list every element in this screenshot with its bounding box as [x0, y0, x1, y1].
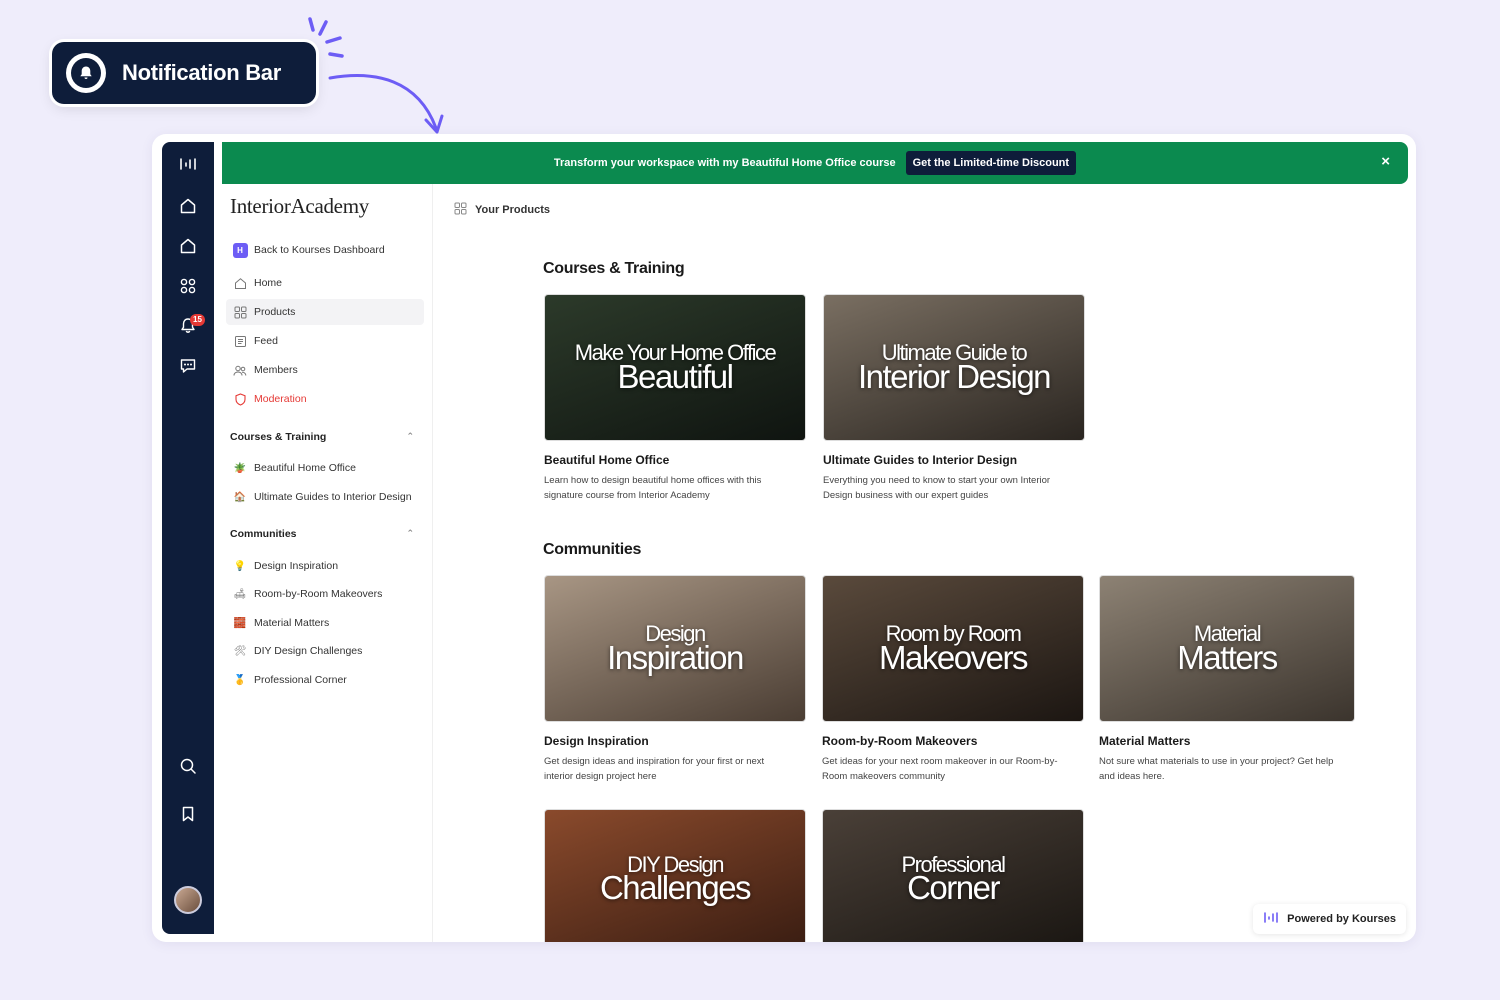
home-icon[interactable] — [162, 192, 214, 220]
sidebar: InteriorAcademy H Back to Kourses Dashbo… — [214, 184, 433, 942]
card-description: Get ideas for your next room makeover in… — [822, 756, 1058, 782]
search-icon[interactable] — [162, 752, 214, 780]
bookmark-icon[interactable] — [162, 800, 214, 828]
tools-icon: 🛠 — [233, 645, 247, 657]
community-card[interactable]: Design Inspiration Design Inspiration Get… — [544, 575, 806, 784]
app-window: 15 Transform your workspace with my Beau… — [152, 134, 1416, 942]
main-content: Your Products Courses & Training Make Yo… — [434, 184, 1416, 942]
couch-icon: 🛋 — [233, 588, 247, 600]
section-title: Communities — [543, 541, 642, 558]
card-image[interactable]: Room by Room Makeovers — [822, 575, 1084, 722]
community-card[interactable]: Room by Room Makeovers Room-by-Room Makeo… — [822, 575, 1084, 784]
card-title[interactable]: Room-by-Room Makeovers — [822, 734, 1084, 748]
grid-icon — [454, 202, 467, 218]
brand-logo[interactable]: InteriorAcademy — [230, 194, 369, 219]
icon-rail: 15 — [162, 142, 214, 934]
powered-by-badge[interactable]: Powered by Kourses — [1253, 904, 1406, 934]
sidebar-item-course[interactable]: 🪴 Beautiful Home Office — [226, 455, 424, 481]
section-title: Courses & Training — [543, 260, 685, 277]
community-card[interactable]: DIY Design Challenges — [544, 809, 806, 942]
sidebar-item-course[interactable]: 🏠 Ultimate Guides to Interior Design — [226, 484, 424, 510]
members-icon — [232, 362, 248, 378]
card-description: Not sure what materials to use in your p… — [1099, 756, 1334, 782]
product-card[interactable]: Make Your Home Office Beautiful Beautiful… — [544, 294, 806, 503]
card-title[interactable]: Material Matters — [1099, 734, 1355, 748]
card-image[interactable]: Design Inspiration — [544, 575, 806, 722]
back-to-dashboard-link[interactable]: H Back to Kourses Dashboard — [226, 237, 424, 263]
card-image[interactable]: DIY Design Challenges — [544, 809, 806, 942]
community-card[interactable]: Material Matters Material Matters Not sur… — [1099, 575, 1355, 784]
sidebar-item-community[interactable]: 🛠 DIY Design Challenges — [226, 638, 424, 664]
arrow-icon — [328, 74, 444, 134]
card-description: Get design ideas and inspiration for you… — [544, 756, 765, 782]
shield-icon — [232, 391, 248, 407]
sidebar-item-community[interactable]: 🧱 Material Matters — [226, 610, 424, 636]
kourses-badge-icon: H — [232, 242, 248, 258]
community-home-icon[interactable] — [162, 232, 214, 260]
chevron-up-icon[interactable]: ⌃ — [406, 431, 414, 443]
house-icon: 🏠 — [233, 491, 247, 503]
product-card[interactable]: Ultimate Guide to Interior Design Ultimat… — [823, 294, 1085, 503]
kourses-logo-icon — [1263, 911, 1279, 927]
sidebar-item-members[interactable]: Members — [226, 357, 424, 383]
sidebar-item-moderation[interactable]: Moderation — [226, 386, 424, 412]
products-icon[interactable] — [162, 272, 214, 300]
community-card[interactable]: Professional Corner — [822, 809, 1084, 942]
close-icon[interactable]: × — [1381, 153, 1390, 170]
card-image[interactable]: Make Your Home Office Beautiful — [544, 294, 806, 441]
breadcrumb: Your Products — [454, 202, 550, 218]
card-image[interactable]: Material Matters — [1099, 575, 1355, 722]
card-title[interactable]: Beautiful Home Office — [544, 453, 806, 467]
grid-icon — [232, 304, 248, 320]
bell-icon — [66, 53, 106, 93]
courses-section-header[interactable]: Courses & Training ⌃ — [230, 431, 414, 443]
card-title[interactable]: Design Inspiration — [544, 734, 806, 748]
sidebar-item-feed[interactable]: Feed — [226, 328, 424, 354]
medal-icon: 🥇 — [233, 674, 247, 686]
chevron-up-icon[interactable]: ⌃ — [406, 528, 414, 540]
chat-icon[interactable] — [162, 352, 214, 380]
notification-count-badge: 15 — [190, 314, 205, 326]
home-icon — [232, 275, 248, 291]
card-description: Everything you need to know to start you… — [823, 475, 1051, 501]
notification-text: Transform your workspace with my Beautif… — [553, 157, 896, 169]
sidebar-item-home[interactable]: Home — [226, 270, 424, 296]
card-image[interactable]: Professional Corner — [822, 809, 1084, 942]
communities-section-header[interactable]: Communities ⌃ — [230, 528, 414, 540]
discount-button[interactable]: Get the Limited-time Discount — [905, 151, 1077, 175]
sidebar-item-community[interactable]: 🥇 Professional Corner — [226, 667, 424, 693]
card-description: Learn how to design beautiful home offic… — [544, 475, 762, 501]
card-image[interactable]: Ultimate Guide to Interior Design — [823, 294, 1085, 441]
lightbulb-icon: 💡 — [233, 560, 247, 572]
kourses-logo-icon[interactable] — [162, 150, 214, 178]
avatar[interactable] — [174, 886, 202, 914]
feed-icon — [232, 333, 248, 349]
notifications-bell-icon[interactable]: 15 — [162, 312, 214, 340]
plant-icon: 🪴 — [233, 462, 247, 474]
card-title[interactable]: Ultimate Guides to Interior Design — [823, 453, 1085, 467]
notification-bar-callout: Notification Bar — [52, 42, 316, 104]
notification-bar: Transform your workspace with my Beautif… — [222, 142, 1408, 184]
callout-label: Notification Bar — [122, 60, 281, 85]
sidebar-item-products[interactable]: Products — [226, 299, 424, 325]
bricks-icon: 🧱 — [233, 617, 247, 629]
sidebar-item-community[interactable]: 💡 Design Inspiration — [226, 553, 424, 579]
sidebar-item-community[interactable]: 🛋 Room-by-Room Makeovers — [226, 581, 424, 607]
